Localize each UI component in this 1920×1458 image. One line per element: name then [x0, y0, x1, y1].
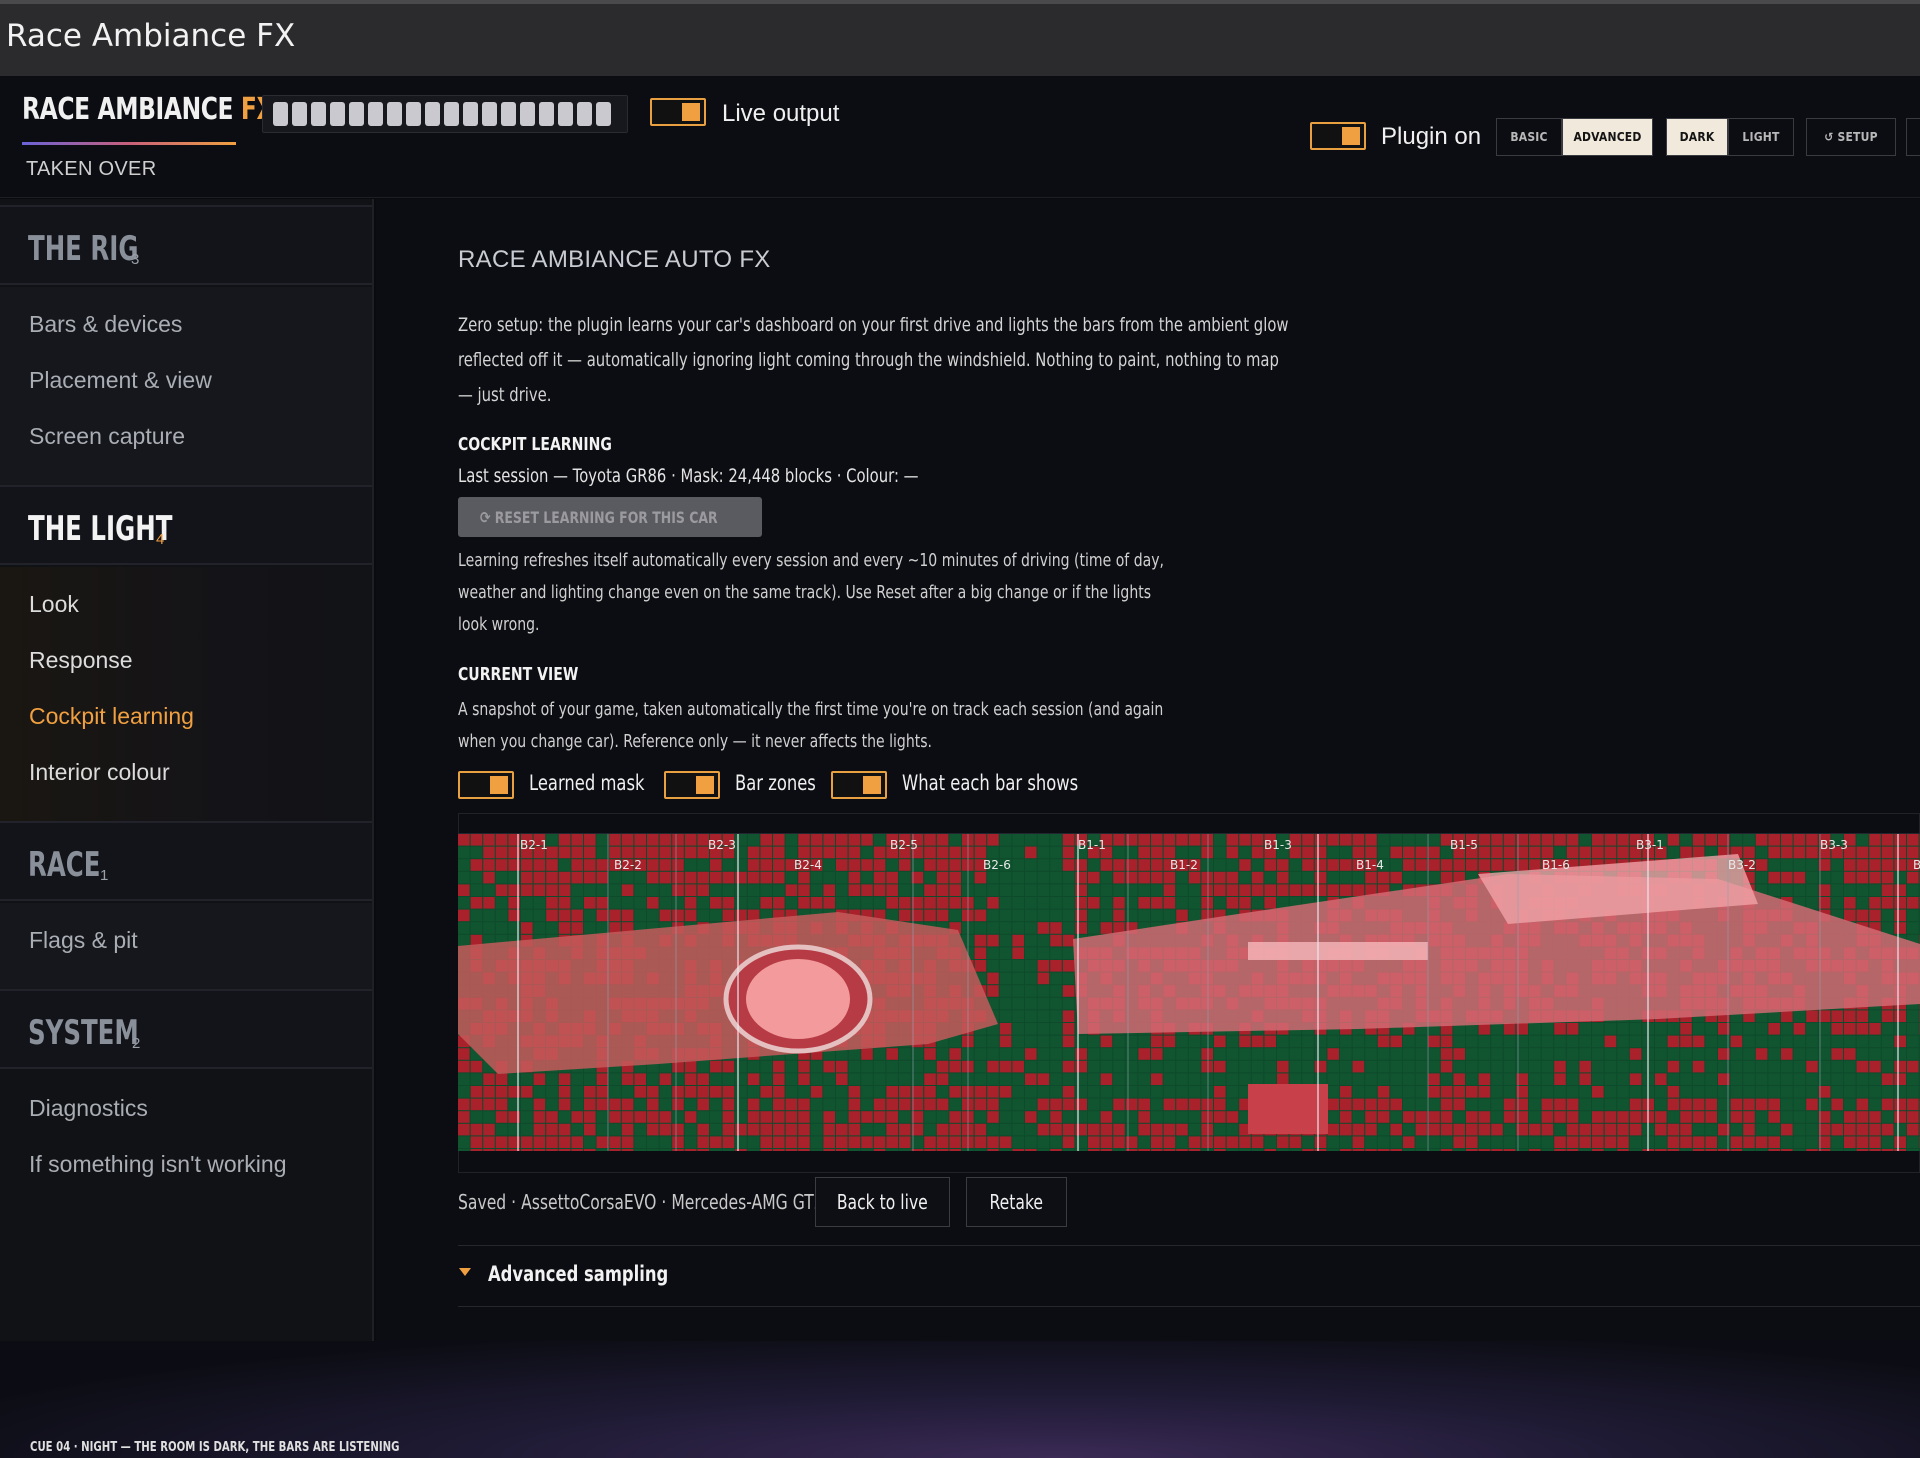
advanced-sampling-toggle[interactable]: Advanced sampling	[488, 1262, 668, 1286]
sidebar-item-cockpit-learning[interactable]: Cockpit learning	[29, 703, 194, 730]
retake-button[interactable]: Retake	[966, 1177, 1067, 1227]
plugin-on-toggle[interactable]	[1310, 122, 1366, 150]
sidebar-item-response[interactable]: Response	[29, 647, 133, 674]
last-session-text: Last session — Toyota GR86 · Mask: 24,44…	[458, 465, 919, 487]
bar-zones-toggle[interactable]	[664, 771, 720, 799]
sidebar-item-look[interactable]: Look	[29, 591, 79, 618]
zone-label: B3-1	[1636, 838, 1664, 852]
level-meter	[262, 95, 628, 133]
mode-advanced-button[interactable]: ADVANCED	[1562, 118, 1653, 156]
zone-label: B2-1	[520, 838, 548, 852]
learning-note: Learning refreshes itself automatically …	[458, 550, 1164, 635]
current-view-heading: CURRENT VIEW	[458, 664, 579, 685]
zone-label: B3-2	[1728, 858, 1756, 872]
sidebar: THE RIG 3 Bars & devices Placement & vie…	[0, 199, 374, 1341]
zone-label: B2-3	[708, 838, 736, 852]
section-count: 3	[131, 251, 140, 268]
zone-label: B1-4	[1356, 858, 1384, 872]
theme-dark-button[interactable]: DARK	[1666, 118, 1728, 156]
section-count: 2	[132, 1035, 141, 1052]
intro-paragraph: Zero setup: the plugin learns your car's…	[458, 314, 1289, 406]
sidebar-item-troubleshooting[interactable]: If something isn't working	[29, 1151, 287, 1178]
zone-label: B1-5	[1450, 838, 1478, 852]
zone-label: B2-6	[983, 858, 1011, 872]
zone-label: B1-2	[1170, 858, 1198, 872]
sidebar-item-interior-colour[interactable]: Interior colour	[29, 759, 170, 786]
bar-zones-label: Bar zones	[735, 771, 816, 795]
brand-underline	[22, 142, 236, 145]
sidebar-group-race: Flags & pit	[0, 903, 372, 989]
zone-label: B3-3	[1820, 838, 1848, 852]
section-count: 1	[100, 867, 109, 884]
zone-label: B2-4	[794, 858, 822, 872]
learned-mask-toggle[interactable]	[458, 771, 514, 799]
reset-learning-button[interactable]: ⟳ RESET LEARNING FOR THIS CAR	[458, 497, 762, 537]
sidebar-item-bars-devices[interactable]: Bars & devices	[29, 311, 182, 338]
cockpit-learning-heading: COCKPIT LEARNING	[458, 434, 612, 455]
page-title: RACE AMBIANCE AUTO FX	[458, 246, 771, 273]
live-output-label: Live output	[722, 100, 840, 127]
footer-cue: CUE 04 · NIGHT — THE ROOM IS DARK, THE B…	[30, 1440, 400, 1455]
sidebar-section-race[interactable]: RACE 1	[0, 821, 372, 901]
zone-label: B2-2	[614, 858, 642, 872]
mode-basic-button[interactable]: BASIC	[1496, 118, 1562, 156]
zone-label: B1-1	[1078, 838, 1106, 852]
scene-grandstand	[1248, 942, 1428, 960]
zone-label: B1-6	[1542, 858, 1570, 872]
status-text: TAKEN OVER	[26, 158, 157, 180]
sidebar-item-diagnostics[interactable]: Diagnostics	[29, 1095, 148, 1122]
divider	[458, 1306, 1920, 1307]
scene-dashboard-lights	[1248, 1084, 1328, 1134]
snapshot-canvas: B2-1 B2-2 B2-3 B2-4 B2-5 B2-6 B1-1 B1-2 B1-3 B1-4…	[458, 834, 1920, 1151]
saved-snapshot-text: Saved · AssettoCorsaEVO · Mercedes-AMG G…	[458, 1190, 824, 1214]
sidebar-group-system: Diagnostics If something isn't working	[0, 1071, 372, 1341]
what-each-bar-shows-toggle[interactable]	[831, 771, 887, 799]
brand-logo: RACE AMBIANCE FX	[22, 92, 275, 127]
sidebar-group-the-light: Look Response Cockpit learning Interior …	[0, 567, 372, 821]
chevron-down-icon	[459, 1268, 471, 1276]
back-to-live-button[interactable]: Back to live	[815, 1177, 950, 1227]
mirror-glass	[746, 959, 850, 1039]
setup-button[interactable]: ↺ SETUP	[1806, 118, 1896, 156]
zone-label: B1-3	[1264, 838, 1292, 852]
section-count: 4	[156, 531, 165, 548]
sidebar-group-the-rig: Bars & devices Placement & view Screen c…	[0, 287, 372, 485]
sidebar-section-the-light[interactable]: THE LIGHT 4	[0, 485, 372, 565]
section-title: THE RIG	[28, 229, 139, 269]
window-title: Race Ambiance FX	[6, 18, 296, 54]
window-titlebar: Race Ambiance FX	[0, 0, 1920, 76]
sidebar-section-the-rig[interactable]: THE RIG 3	[0, 205, 372, 285]
section-title: RACE	[28, 845, 101, 885]
zone-label: B3-	[1913, 858, 1920, 872]
sidebar-item-placement-view[interactable]: Placement & view	[29, 367, 212, 394]
plugin-on-label: Plugin on	[1381, 123, 1482, 150]
sidebar-item-flags-pit[interactable]: Flags & pit	[29, 927, 138, 954]
live-output-toggle[interactable]	[650, 98, 706, 126]
section-title: SYSTEM	[28, 1013, 139, 1053]
overflow-button[interactable]	[1906, 118, 1920, 156]
game-snapshot: B2-1 B2-2 B2-3 B2-4 B2-5 B2-6 B1-1 B1-2 B1-3 B1-4…	[458, 833, 1920, 1151]
theme-light-button[interactable]: LIGHT	[1728, 118, 1794, 156]
current-view-note: A snapshot of your game, taken automatic…	[458, 699, 1164, 752]
section-title: THE LIGHT	[28, 509, 173, 549]
sidebar-section-system[interactable]: SYSTEM 2	[0, 989, 372, 1069]
sidebar-item-screen-capture[interactable]: Screen capture	[29, 423, 185, 450]
zone-label: B2-5	[890, 838, 918, 852]
learned-mask-label: Learned mask	[529, 771, 645, 795]
what-each-bar-shows-label: What each bar shows	[902, 771, 1079, 795]
divider	[458, 1245, 1920, 1246]
